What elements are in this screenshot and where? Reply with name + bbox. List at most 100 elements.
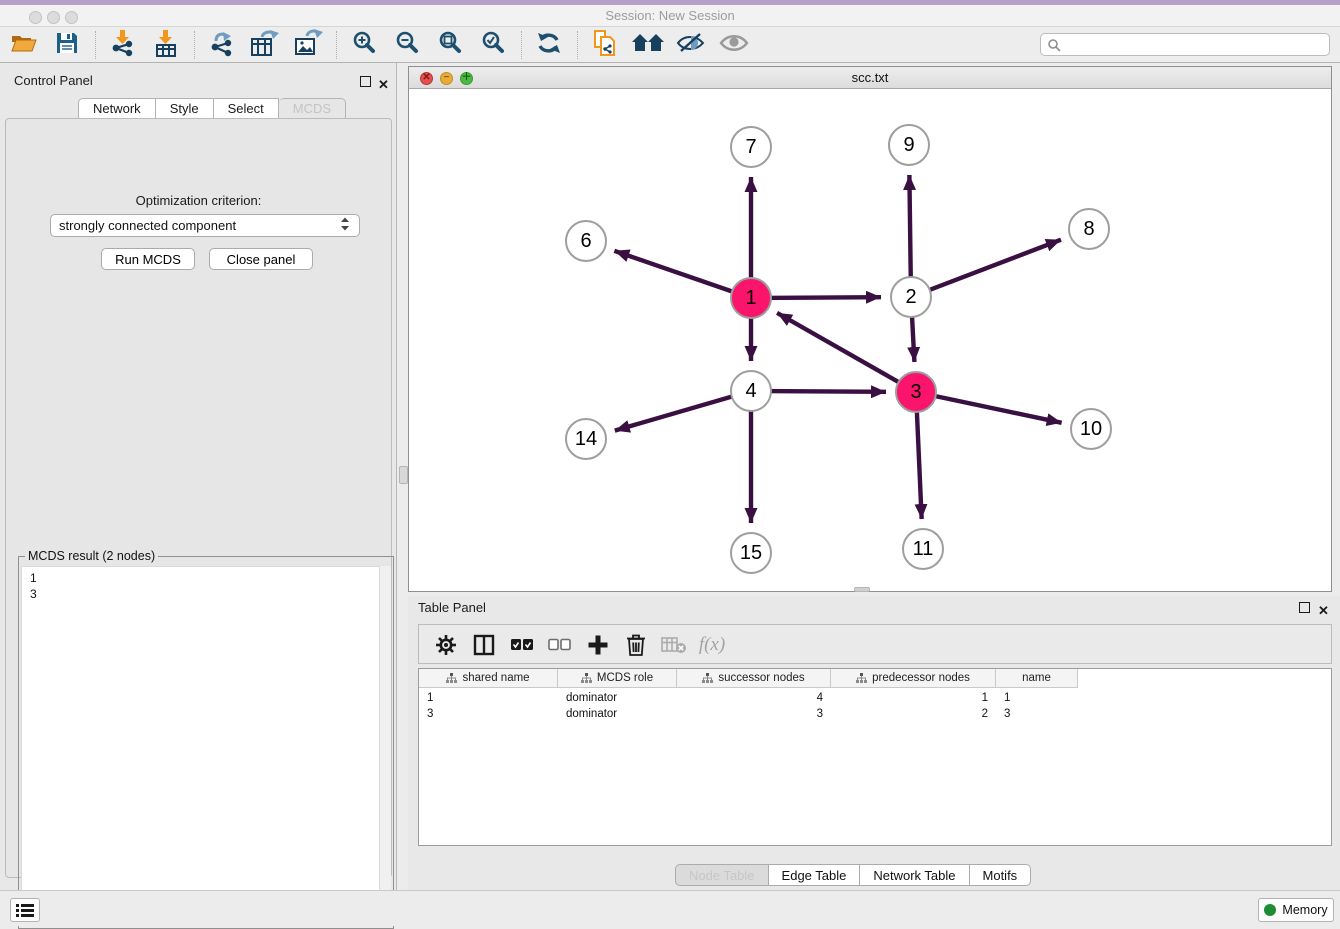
unselect-all-icon (548, 638, 572, 652)
tab-motifs[interactable]: Motifs (970, 864, 1032, 886)
zoom-selected-button[interactable] (476, 30, 510, 60)
column-label: successor nodes (718, 672, 804, 684)
import-table-button[interactable] (149, 30, 183, 60)
tab-network-table[interactable]: Network Table (860, 864, 969, 886)
graph-node-3[interactable]: 3 (895, 371, 937, 413)
save-session-button[interactable] (50, 30, 84, 60)
function-icon: f(x) (699, 634, 725, 656)
network-canvas[interactable]: 7 9 6 8 1 2 4 3 14 10 15 11 (409, 89, 1331, 591)
result-scrollbar[interactable] (379, 566, 391, 926)
graph-node-10[interactable]: 10 (1070, 408, 1112, 450)
close-panel-button[interactable]: Close panel (209, 248, 313, 270)
toolbar-separator (577, 31, 578, 59)
splitter-grip[interactable] (399, 466, 408, 484)
select-all-icon (510, 638, 534, 652)
tab-select[interactable]: Select (214, 98, 279, 119)
search-icon (1047, 38, 1061, 52)
graph-node-8[interactable]: 8 (1068, 208, 1110, 250)
export-image-button[interactable] (291, 30, 325, 60)
float-table-panel-icon[interactable] (1299, 602, 1310, 613)
select-all-button[interactable] (506, 629, 538, 661)
home-layout-button[interactable] (631, 30, 665, 60)
tree-icon (702, 673, 713, 684)
close-panel-icon[interactable] (378, 76, 390, 88)
tree-icon (581, 673, 592, 684)
zoom-out-button[interactable] (390, 30, 424, 60)
tab-style[interactable]: Style (156, 98, 214, 119)
tab-network[interactable]: Network (78, 98, 156, 119)
gear-button[interactable] (430, 629, 462, 661)
table-cell[interactable]: 1 (831, 690, 996, 706)
graph-node-9[interactable]: 9 (888, 124, 930, 166)
network-window-titlebar[interactable]: ✕ − ＋ scc.txt (409, 67, 1331, 89)
tree-icon (856, 673, 867, 684)
hide-panels-button[interactable] (674, 30, 708, 60)
graph-node-6[interactable]: 6 (565, 220, 607, 262)
edge-2-8[interactable] (911, 240, 1061, 297)
criterion-select[interactable]: strongly connected component (50, 214, 360, 237)
column-header-successor-nodes[interactable]: successor nodes (677, 669, 831, 688)
table-row[interactable]: 3dominator323 (419, 706, 1331, 722)
edge-3-10[interactable] (916, 392, 1062, 423)
show-eye-button[interactable] (717, 30, 751, 60)
table-cell[interactable]: 3 (419, 706, 558, 722)
zoom-fit-button[interactable] (433, 30, 467, 60)
tab-mcds[interactable]: MCDS (279, 98, 346, 119)
toolbar-separator (194, 31, 195, 59)
table-tabs: Node TableEdge TableNetwork TableMotifs (675, 864, 1031, 886)
table-cell[interactable]: dominator (558, 706, 677, 722)
node-table[interactable]: shared nameMCDS role successor nodes prede… (418, 668, 1332, 846)
table-cell[interactable]: 4 (677, 690, 831, 706)
table-cell[interactable]: 3 (677, 706, 831, 722)
mcds-result-fieldset: MCDS result (2 nodes) 13 (18, 556, 394, 929)
run-mcds-button[interactable]: Run MCDS (101, 248, 195, 270)
graph-node-1[interactable]: 1 (730, 277, 772, 319)
task-history-button[interactable] (10, 898, 40, 922)
table-cell[interactable]: dominator (558, 690, 677, 706)
open-file-button[interactable] (7, 30, 41, 60)
table-cell[interactable]: 3 (996, 706, 1078, 722)
graph-node-7[interactable]: 7 (730, 126, 772, 168)
control-panel-tabs: NetworkStyleSelectMCDS (78, 98, 346, 119)
duplicate-network-button[interactable] (588, 30, 622, 60)
column-header-predecessor-nodes[interactable]: predecessor nodes (831, 669, 996, 688)
toolbar-separator (521, 31, 522, 59)
graph-node-15[interactable]: 15 (730, 532, 772, 574)
optimization-criterion-label: Optimization criterion: (6, 193, 391, 208)
tab-node-table[interactable]: Node Table (675, 864, 769, 886)
add-row-button[interactable] (582, 629, 614, 661)
memory-button[interactable]: Memory (1258, 898, 1334, 922)
graph-node-2[interactable]: 2 (890, 276, 932, 318)
columns-button[interactable] (468, 629, 500, 661)
graph-node-11[interactable]: 11 (902, 528, 944, 570)
column-header-shared-name[interactable]: shared name (419, 669, 558, 688)
unselect-all-button[interactable] (544, 629, 576, 661)
zoom-in-button[interactable] (347, 30, 381, 60)
table-header: shared nameMCDS role successor nodes prede… (419, 669, 1078, 688)
mcds-result-item[interactable]: 3 (30, 586, 380, 602)
export-table-button[interactable] (248, 30, 282, 60)
table-cell[interactable]: 1 (419, 690, 558, 706)
export-network-button[interactable] (205, 30, 239, 60)
column-header-name[interactable]: name (996, 669, 1078, 688)
close-table-panel-icon[interactable] (1318, 602, 1330, 614)
edge-3-1[interactable] (777, 313, 916, 392)
mcds-result-item[interactable]: 1 (30, 570, 380, 586)
search-input[interactable] (1040, 33, 1330, 56)
import-network-button[interactable] (106, 30, 140, 60)
mcds-result-list[interactable]: 13 (21, 566, 381, 926)
canvas-resize-grip[interactable] (854, 587, 870, 592)
network-view-window: ✕ − ＋ scc.txt 7 9 6 8 1 2 4 3 14 10 15 11 (408, 66, 1332, 592)
graph-node-14[interactable]: 14 (565, 418, 607, 460)
graph-node-4[interactable]: 4 (730, 370, 772, 412)
tab-edge-table[interactable]: Edge Table (769, 864, 861, 886)
table-row[interactable]: 1dominator411 (419, 690, 1331, 706)
window-title: Session: New Session (0, 8, 1340, 23)
refresh-button[interactable] (532, 30, 566, 60)
table-cell[interactable]: 1 (996, 690, 1078, 706)
delete-row-button[interactable] (620, 629, 652, 661)
table-cell[interactable]: 2 (831, 706, 996, 722)
delete-row-icon (626, 633, 646, 657)
column-header-MCDS-role[interactable]: MCDS role (558, 669, 677, 688)
float-panel-icon[interactable] (360, 76, 371, 87)
